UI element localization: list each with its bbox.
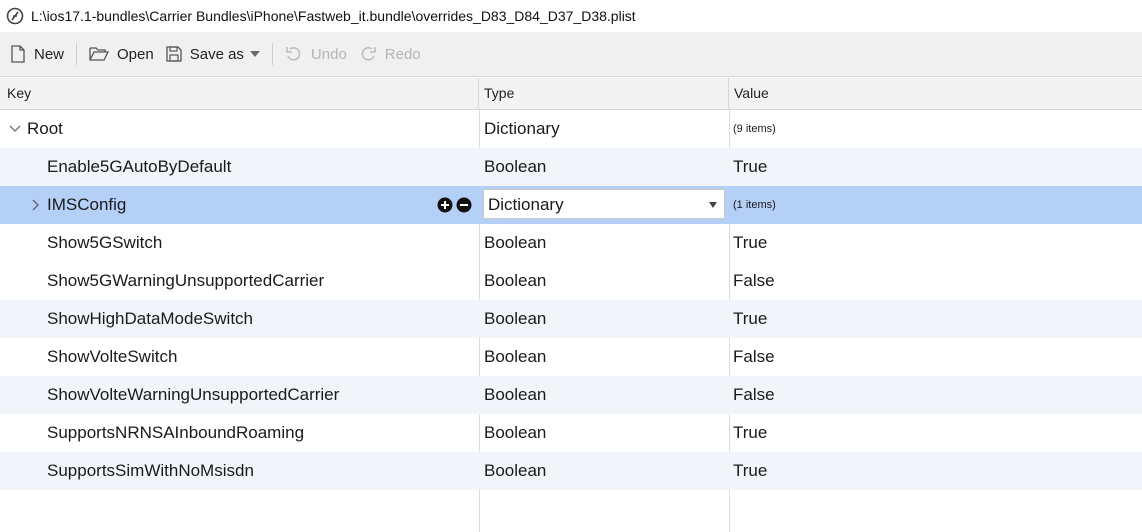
row-type: Boolean	[484, 233, 547, 252]
row-key: ShowHighDataModeSwitch	[47, 309, 253, 328]
type-select-value: Dictionary	[488, 195, 564, 214]
undo-icon	[286, 47, 301, 61]
type-select[interactable]: Dictionary	[483, 189, 725, 219]
column-header-value[interactable]: Value	[729, 78, 1142, 109]
row-controls	[437, 197, 472, 213]
row-value: (1 items)	[733, 199, 776, 211]
row-key: ShowVolteWarningUnsupportedCarrier	[47, 385, 340, 404]
tree-row[interactable]: Enable5GAutoByDefault Boolean True	[0, 148, 1142, 186]
open-button-label: Open	[117, 45, 154, 63]
tree-row[interactable]: SupportsNRNSAInboundRoaming Boolean True	[0, 414, 1142, 452]
save-icon	[166, 46, 182, 62]
toolbar-divider	[271, 43, 273, 65]
tree-row-selected[interactable]: IMSConfig Dictionary (1 items)	[0, 186, 1142, 224]
redo-button-label: Redo	[384, 45, 421, 63]
row-value: True	[733, 157, 768, 176]
row-type: Boolean	[484, 309, 547, 328]
row-value: False	[733, 347, 775, 366]
row-type: Boolean	[484, 423, 547, 442]
new-button-label: New	[34, 45, 65, 63]
row-type: Boolean	[484, 347, 547, 366]
row-value: True	[733, 233, 768, 252]
tree-row[interactable]: ShowHighDataModeSwitch Boolean True	[0, 300, 1142, 338]
redo-icon	[361, 47, 376, 61]
row-key: Root	[27, 119, 63, 138]
row-value: (9 items)	[733, 123, 776, 135]
add-circle-icon[interactable]	[437, 197, 453, 213]
new-button[interactable]: New	[4, 39, 70, 69]
save-as-button[interactable]: Save as	[160, 39, 266, 69]
row-type: Boolean	[484, 385, 547, 404]
row-type: Boolean	[484, 461, 547, 480]
row-key: SupportsSimWithNoMsisdn	[47, 461, 254, 480]
tree-row[interactable]: Show5GSwitch Boolean True	[0, 224, 1142, 262]
chevron-right-icon[interactable]	[32, 199, 40, 211]
tree-row[interactable]: ShowVolteSwitch Boolean False	[0, 338, 1142, 376]
chevron-down-icon	[709, 202, 717, 208]
row-type: Boolean	[484, 271, 547, 290]
remove-circle-icon[interactable]	[456, 197, 472, 213]
row-type: Dictionary	[484, 119, 560, 138]
chevron-down-icon[interactable]	[9, 125, 21, 133]
row-key: SupportsNRNSAInboundRoaming	[47, 423, 305, 442]
plist-tree: Root Dictionary (9 items) Enable5GAutoBy…	[0, 110, 1142, 532]
row-key: Show5GSwitch	[47, 233, 163, 252]
row-key: Enable5GAutoByDefault	[47, 157, 232, 176]
new-file-icon	[11, 45, 25, 63]
column-header-key[interactable]: Key	[0, 78, 479, 109]
row-type: Boolean	[484, 157, 547, 176]
tree-row[interactable]: SupportsSimWithNoMsisdn Boolean True	[0, 452, 1142, 490]
column-header: Key Type Value	[0, 78, 1142, 110]
row-value: True	[733, 423, 768, 442]
row-value: True	[733, 309, 768, 328]
column-header-type[interactable]: Type	[479, 78, 729, 109]
undo-button[interactable]: Undo	[279, 39, 353, 69]
row-key: ShowVolteSwitch	[47, 347, 178, 366]
row-value: False	[733, 385, 775, 404]
row-value: True	[733, 461, 768, 480]
window-title: L:\ios17.1-bundles\Carrier Bundles\iPhon…	[31, 8, 636, 24]
folder-open-icon	[89, 47, 110, 61]
app-icon	[6, 7, 24, 25]
tree-row[interactable]: ShowVolteWarningUnsupportedCarrier Boole…	[0, 376, 1142, 414]
redo-button[interactable]: Redo	[353, 39, 427, 69]
title-bar: L:\ios17.1-bundles\Carrier Bundles\iPhon…	[0, 0, 1142, 32]
row-key: Show5GWarningUnsupportedCarrier	[47, 271, 325, 290]
chevron-down-icon	[249, 51, 260, 57]
undo-button-label: Undo	[310, 45, 347, 63]
toolbar-divider	[76, 43, 78, 65]
row-value: False	[733, 271, 775, 290]
tree-row-root[interactable]: Root Dictionary (9 items)	[0, 110, 1142, 148]
tree-row[interactable]: Show5GWarningUnsupportedCarrier Boolean …	[0, 262, 1142, 300]
save-as-button-label: Save as	[189, 45, 244, 63]
toolbar: New Open Save as Undo Redo	[0, 32, 1142, 77]
open-button[interactable]: Open	[83, 39, 160, 69]
